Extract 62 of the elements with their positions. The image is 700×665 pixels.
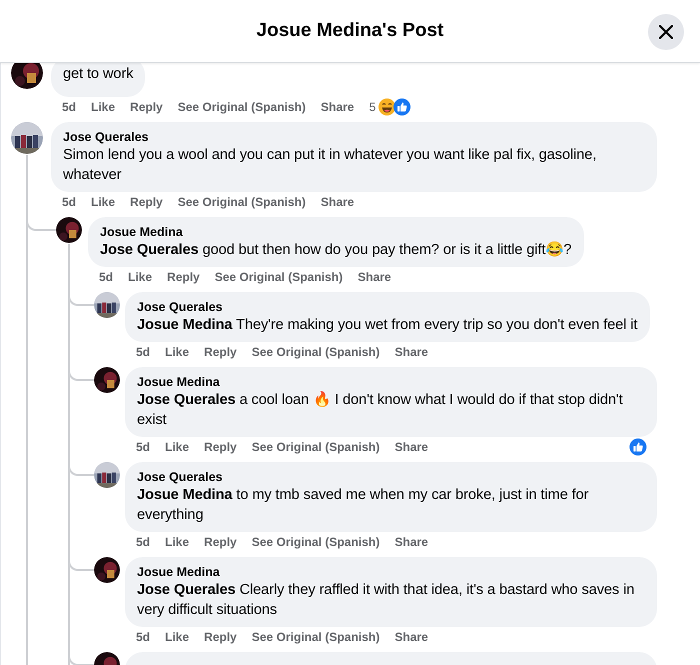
comment-action-link[interactable]: Like (165, 535, 190, 549)
commenter-name[interactable]: Jose Querales (63, 129, 645, 145)
comment-action-link[interactable]: See Original (Spanish) (214, 270, 343, 284)
comment-time[interactable]: 5d (62, 100, 76, 114)
comment-text: Simon lend you a wool and you can put it in whatever you want like pal fix, gasoline, whatever (63, 146, 598, 185)
comment-action-link[interactable]: Share (320, 195, 354, 209)
comment-time[interactable]: 5d (136, 345, 150, 359)
comment-action-link[interactable]: Share (320, 100, 354, 114)
comment-action-link[interactable]: Share (394, 345, 428, 359)
commenter-name[interactable]: Jose Querales (137, 299, 638, 315)
commenter-name[interactable]: Josue Medina (137, 564, 645, 580)
laughing-face-icon (378, 98, 396, 116)
comment-action-link[interactable]: See Original (Spanish) (252, 630, 380, 644)
comment-action-link[interactable]: Share (394, 630, 428, 644)
comment-action-link[interactable]: Like (91, 100, 116, 114)
comment-text: Josue Medina to my tmb saved me when my car broke, just in time for everything (137, 486, 590, 525)
comment-action-link[interactable]: See Original (Spanish) (178, 100, 306, 114)
avatar[interactable] (94, 292, 120, 318)
comment-text: Jose Querales good but then how do you pay them? or is it a little gift😂? (100, 240, 572, 260)
comment-action-link[interactable]: Reply (167, 270, 200, 284)
comment-time[interactable]: 5d (136, 535, 150, 549)
comment-action-link[interactable]: Share (358, 270, 392, 284)
comment-time[interactable]: 5d (99, 270, 114, 284)
close-button[interactable] (648, 14, 684, 50)
comment-action-link[interactable]: See Original (Spanish) (252, 440, 380, 454)
comment-action-link[interactable]: See Original (Spanish) (252, 535, 380, 549)
comment-time[interactable]: 5d (136, 440, 150, 454)
comment-action-link[interactable]: Like (165, 345, 190, 359)
comment-action-link[interactable]: Share (394, 535, 428, 549)
comment-action-link[interactable]: See Original (Spanish) (252, 345, 380, 359)
thumbs-up-icon (629, 438, 647, 456)
avatar[interactable] (94, 462, 120, 488)
comment-action-link[interactable]: Reply (130, 195, 163, 209)
avatar[interactable] (56, 217, 82, 243)
close-icon (659, 25, 673, 39)
comment-action-link[interactable]: Reply (204, 440, 237, 454)
comment-text: Jose Querales Clearly they raffled it with that idea, it's a bastard who saves in very difficult situations (137, 581, 636, 620)
avatar[interactable] (11, 63, 43, 89)
comment-time[interactable]: 5d (136, 630, 150, 644)
commenter-name[interactable]: Jose Querales (137, 469, 645, 485)
comment-time[interactable]: 5d (62, 195, 76, 209)
avatar[interactable] (94, 557, 120, 583)
comment-action-link[interactable]: Like (165, 630, 190, 644)
comment-action-link[interactable]: Like (91, 195, 116, 209)
comment-action-link[interactable]: Reply (130, 100, 163, 114)
avatar[interactable] (94, 367, 120, 393)
reaction-count[interactable]: 5 (369, 100, 376, 114)
avatar[interactable] (11, 122, 43, 154)
comment-action-link[interactable]: Reply (204, 630, 237, 644)
dialog-title: Josue Medina's Post (256, 20, 444, 42)
comment-text: get to work (63, 65, 134, 84)
comment-text: Jose Querales a cool loan 🔥 I don't know what I would do if that stop didn't exist (137, 390, 624, 430)
comment-action-link[interactable]: Reply (204, 535, 237, 549)
comment-action-link[interactable]: Like (165, 440, 190, 454)
comment-action-link[interactable]: See Original (Spanish) (178, 195, 306, 209)
comment-action-link[interactable]: Share (394, 440, 428, 454)
comment-text: Josue Medina They're making you wet from every trip so you don't even feel it (137, 316, 638, 335)
commenter-name[interactable]: Josue Medina (100, 224, 572, 240)
thumbs-up-icon (392, 98, 411, 116)
commenter-name[interactable]: Josue Medina (137, 374, 645, 390)
comment-action-link[interactable]: Reply (204, 345, 237, 359)
comment-action-link[interactable]: Like (128, 270, 152, 284)
